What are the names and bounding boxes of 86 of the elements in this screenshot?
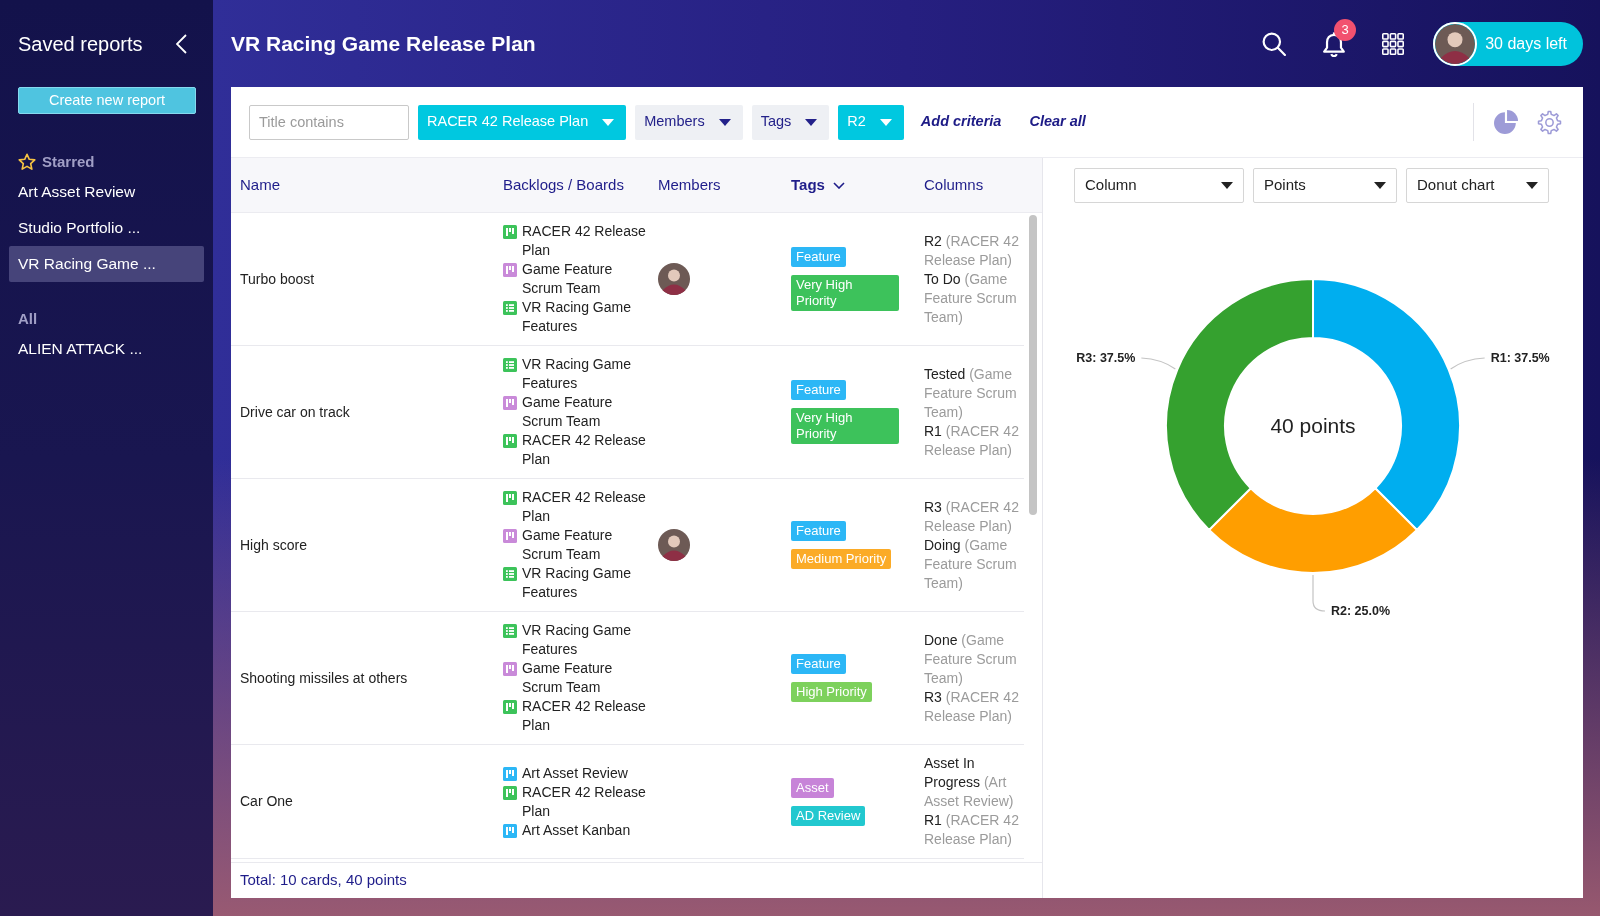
tag-pill: High Priority: [791, 682, 872, 702]
card-name: High score: [240, 536, 307, 553]
report-title: VR Racing Game Release Plan: [231, 30, 536, 57]
saved-report-item[interactable]: ALIEN ATTACK ...: [9, 331, 204, 367]
column-status: R1 (RACER 42 Release Plan): [924, 811, 1020, 849]
backlog-name: VR Racing Game Features: [522, 355, 632, 393]
caret-down-icon: [805, 118, 818, 126]
backlog-name: VR Racing Game Features: [522, 564, 632, 602]
leader-line: [1312, 574, 1326, 612]
user-avatar: [1433, 21, 1478, 66]
column-status: R3 (RACER 42 Release Plan): [924, 497, 1020, 536]
slice-label: R3: 37.5%: [1076, 351, 1136, 365]
card-name: Shooting missiles at others: [240, 669, 408, 686]
backlog-name: Art Asset Review: [522, 763, 628, 783]
tag-pill: Feature: [791, 654, 846, 674]
card-name: Car One: [240, 793, 293, 809]
tag-pill: Feature: [791, 247, 846, 267]
slice-label: R2: 25.0%: [1331, 604, 1391, 618]
backlog-name: Art Asset Kanban: [522, 820, 631, 840]
notification-badge: 3: [1334, 18, 1357, 41]
sidebar-title: Saved reports: [18, 31, 143, 56]
filter-link[interactable]: Clear all: [1029, 111, 1086, 133]
tag-pill: Medium Priority: [791, 549, 892, 569]
tag-pill: Feature: [791, 380, 846, 400]
column-header[interactable]: Backlogs / Boards: [503, 173, 624, 197]
filter-link[interactable]: Add criteria: [920, 111, 1002, 133]
column-status: Asset In Progress (Art Asset Review): [924, 754, 1015, 811]
column-header[interactable]: Members: [658, 173, 721, 197]
chart-option-select[interactable]: Points: [1253, 168, 1397, 203]
backlog-name: VR Racing Game Features: [522, 621, 632, 659]
chart-option-select[interactable]: Donut chart: [1406, 168, 1549, 203]
tag-pill: Very High Priority: [791, 275, 899, 311]
caret-down-icon: [718, 118, 731, 126]
column-status: R3 (RACER 42 Release Plan): [924, 687, 1020, 726]
donut-center-label: 40 points: [1270, 414, 1356, 437]
tag-pill: Very High Priority: [791, 408, 899, 444]
backlog-name: RACER 42 Release Plan: [522, 431, 647, 469]
card-name: Drive car on track: [240, 403, 350, 420]
filter-dropdown[interactable]: Tags: [751, 104, 830, 140]
card-name: Turbo boost: [240, 270, 315, 287]
filter-dropdown[interactable]: Members: [635, 104, 743, 140]
scrollbar-thumb[interactable]: [1029, 215, 1037, 515]
section-label: Starred: [42, 151, 95, 172]
column-status: Done (Game Feature Scrum Team): [924, 630, 1018, 688]
caret-down-icon: [1374, 182, 1386, 189]
column-status: Tested (Game Feature Scrum Team): [924, 364, 1018, 422]
total-summary: Total: 10 cards, 40 points: [240, 870, 407, 891]
chevron-down-icon: [832, 181, 845, 189]
tag-pill: Feature: [791, 521, 846, 541]
caret-down-icon: [602, 118, 615, 126]
backlog-name: RACER 42 Release Plan: [522, 782, 647, 821]
column-status: Doing (Game Feature Scrum Team): [924, 535, 1018, 593]
settings-icon[interactable]: [1537, 109, 1562, 135]
column-status: R2 (RACER 42 Release Plan): [924, 231, 1020, 270]
column-header[interactable]: Name: [240, 173, 280, 197]
backlog-name: Game Feature Scrum Team: [522, 260, 614, 298]
caret-down-icon: [1526, 182, 1538, 189]
slice-label: R1: 37.5%: [1490, 351, 1550, 365]
column-header[interactable]: Tags: [791, 173, 845, 197]
saved-report-item[interactable]: VR Racing Game ...: [9, 246, 204, 282]
saved-report-item[interactable]: Studio Portfolio ...: [9, 210, 204, 246]
leader-line: [1450, 357, 1486, 370]
column-status: R1 (RACER 42 Release Plan): [924, 421, 1020, 460]
leader-line: [1140, 357, 1176, 370]
saved-report-item[interactable]: Art Asset Review: [9, 174, 204, 210]
pie-chart-icon[interactable]: [1494, 110, 1518, 134]
backlog-name: Game Feature Scrum Team: [522, 659, 614, 697]
column-status: To Do (Game Feature Scrum Team): [924, 269, 1018, 327]
section-label: All: [18, 308, 38, 329]
apps-grid-icon[interactable]: [1382, 32, 1405, 55]
tag-pill: Asset: [791, 777, 834, 798]
backlog-name: Game Feature Scrum Team: [522, 526, 614, 564]
backlog-name: RACER 42 Release Plan: [522, 488, 647, 526]
backlog-name: Game Feature Scrum Team: [522, 393, 614, 431]
search-icon[interactable]: [1262, 31, 1287, 56]
title-filter-field[interactable]: Title contains: [249, 104, 409, 140]
chevron-left-icon[interactable]: [176, 33, 187, 54]
chart-option-select[interactable]: Column: [1074, 168, 1244, 203]
star-icon: [18, 153, 36, 171]
column-header[interactable]: Columns: [924, 173, 984, 197]
backlog-name: VR Racing Game Features: [522, 298, 632, 336]
backlog-name: RACER 42 Release Plan: [522, 222, 647, 260]
backlog-name: RACER 42 Release Plan: [522, 697, 647, 735]
tag-pill: AD Review: [791, 805, 866, 826]
caret-down-icon: [1221, 182, 1233, 189]
caret-down-icon: [879, 118, 892, 126]
